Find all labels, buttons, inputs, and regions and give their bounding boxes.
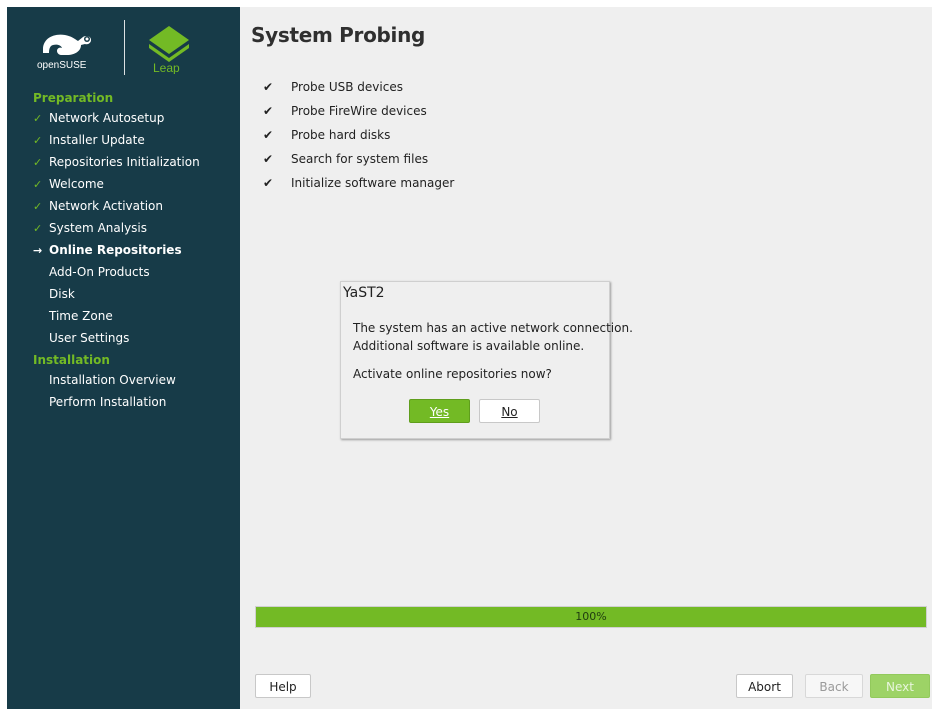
dialog-question: Activate online repositories now?: [353, 367, 552, 381]
sidebar-section-heading: Installation: [33, 353, 110, 367]
sidebar-step-label: User Settings: [49, 331, 130, 345]
check-icon: ✔: [263, 152, 274, 166]
sidebar-step-label: Perform Installation: [49, 395, 167, 409]
back-button[interactable]: Back: [805, 674, 863, 698]
sidebar-step: Disk: [33, 284, 75, 304]
help-button[interactable]: Help: [255, 674, 311, 698]
back-button-label: Back: [819, 680, 849, 694]
sidebar-step-label: Installer Update: [49, 133, 145, 147]
dialog-message-line: The system has an active network connect…: [353, 321, 633, 335]
progress-label: 100%: [575, 610, 607, 623]
probe-label: Search for system files: [291, 152, 429, 166]
sidebar-step-label: System Analysis: [49, 221, 148, 235]
probe-label: Probe USB devices: [291, 80, 403, 94]
arrow-right-icon: →: [33, 244, 43, 257]
check-icon: ✔: [263, 176, 274, 190]
sidebar-step: ✓ Network Activation: [33, 196, 163, 216]
abort-button-label: Abort: [748, 680, 781, 694]
logo-area: openSUSE Leap: [7, 7, 240, 87]
probe-label: Initialize software manager: [291, 176, 455, 190]
sidebar-step-label: Repositories Initialization: [49, 155, 200, 169]
sidebar-step-label: Welcome: [49, 177, 104, 191]
yes-button[interactable]: Yes: [409, 399, 470, 423]
sidebar: openSUSE Leap Preparation ✓ Network Autose…: [7, 7, 240, 709]
probe-item: ✔ Probe USB devices: [263, 77, 403, 97]
sidebar-step: ✓ System Analysis: [33, 218, 147, 238]
sidebar-step-label: Time Zone: [49, 309, 113, 323]
check-icon: ✓: [33, 134, 43, 147]
next-button-label: Next: [886, 680, 914, 694]
sidebar-step: ✓ Installer Update: [33, 130, 145, 150]
check-icon: ✓: [33, 156, 43, 169]
opensuse-logo: openSUSE: [37, 34, 91, 71]
yes-button-label: Yes: [429, 405, 450, 419]
progress-bar: 100%: [255, 606, 927, 628]
sidebar-step: ✓ Welcome: [33, 174, 104, 194]
sidebar-step: ✓ Network Autosetup: [33, 108, 164, 128]
abort-button[interactable]: Abort: [736, 674, 793, 698]
leap-logo-text: Leap: [153, 61, 180, 74]
probe-item: ✔ Initialize software manager: [263, 173, 454, 193]
check-icon: ✓: [33, 112, 43, 125]
check-icon: ✓: [33, 200, 43, 213]
no-button-label: No: [501, 405, 518, 419]
logo-divider: [124, 20, 125, 75]
sidebar-step-label: Network Activation: [49, 199, 163, 213]
sidebar-step-label: Network Autosetup: [49, 111, 165, 125]
main-panel: System Probing ✔ Probe USB devices ✔ Probe …: [240, 7, 932, 709]
probe-item: ✔ Search for system files: [263, 149, 428, 169]
sidebar-step: User Settings: [33, 328, 129, 348]
sidebar-step-label: Disk: [49, 287, 75, 301]
sidebar-step-label: Installation Overview: [49, 373, 176, 387]
dialog-title: YaST2: [343, 285, 385, 301]
page-title: System Probing: [251, 23, 426, 47]
sidebar-step: ✓ Repositories Initialization: [33, 152, 200, 172]
sidebar-step: Perform Installation: [33, 392, 166, 412]
probe-label: Probe FireWire devices: [291, 104, 427, 118]
probe-label: Probe hard disks: [291, 128, 391, 142]
yast2-dialog: YaST2 The system has an active network c…: [340, 281, 633, 439]
sidebar-step-label: Add-On Products: [49, 265, 150, 279]
next-button[interactable]: Next: [870, 674, 930, 698]
dialog-message: The system has an active network connect…: [353, 319, 633, 355]
check-icon: ✓: [33, 178, 43, 191]
check-icon: ✓: [33, 222, 43, 235]
sidebar-step: Add-On Products: [33, 262, 150, 282]
sidebar-step-label: Online Repositories: [49, 243, 182, 257]
check-icon: ✔: [263, 80, 274, 94]
sidebar-step: Time Zone: [33, 306, 113, 326]
sidebar-step: Installation Overview: [33, 370, 176, 390]
no-button[interactable]: No: [479, 399, 540, 423]
opensuse-logo-text: openSUSE: [37, 60, 87, 71]
probe-item: ✔ Probe hard disks: [263, 125, 390, 145]
help-button-label: Help: [269, 680, 297, 694]
check-icon: ✔: [263, 104, 274, 118]
sidebar-step: → Online Repositories: [33, 240, 182, 260]
sidebar-section-heading: Preparation: [33, 91, 114, 105]
dialog-message-line: Additional software is available online.: [353, 339, 585, 353]
check-icon: ✔: [263, 128, 274, 142]
leap-logo: Leap: [149, 26, 189, 74]
probe-item: ✔ Probe FireWire devices: [263, 101, 427, 121]
